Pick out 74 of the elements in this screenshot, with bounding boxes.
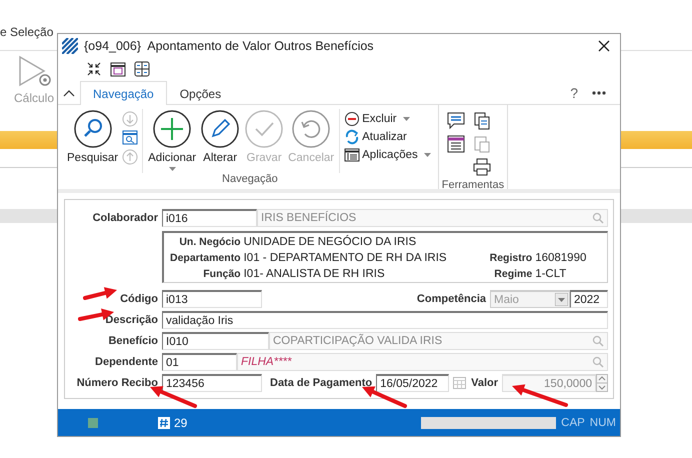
- annotation-arrow: [83, 287, 117, 300]
- field-label: Valor: [471, 377, 499, 389]
- field-label: Benefício: [108, 335, 159, 347]
- lookup-field[interactable]: FILHA****: [237, 353, 608, 371]
- field-label: Número Recibo: [76, 377, 159, 389]
- menu-button[interactable]: Atualizar: [344, 129, 431, 145]
- search-icon: [72, 109, 113, 149]
- list-icon[interactable]: [446, 134, 466, 154]
- menu-button[interactable]: Excluir: [344, 111, 431, 127]
- info-label: Função: [202, 268, 241, 280]
- status-indicator-icon: [88, 418, 98, 428]
- app-logo-icon: [62, 38, 78, 54]
- field-label: Data de Pagamento: [270, 377, 374, 389]
- input-field[interactable]: 123456: [162, 374, 262, 392]
- minus-circle-icon: [344, 111, 360, 127]
- ribbon-button[interactable]: Pesquisar: [65, 109, 120, 173]
- group-label: Navegação: [221, 173, 279, 187]
- close-icon: [598, 40, 610, 52]
- ribbon-tab[interactable]: e Seleção: [0, 25, 54, 39]
- field-label: Descrição: [105, 314, 159, 326]
- dropdown-arrow-icon: [555, 293, 568, 306]
- group-label: Ferramentas: [442, 179, 504, 191]
- grid-icon[interactable]: [134, 61, 150, 77]
- chevron-up-icon: [63, 89, 75, 97]
- copy-icon[interactable]: [472, 111, 492, 131]
- lookup-value: IRIS BENEFÍCIOS: [261, 212, 356, 224]
- info-label: Un. Negócio: [178, 236, 241, 248]
- app-window-icon: [344, 147, 360, 163]
- refresh-icon: [344, 129, 360, 145]
- info-value: I01- ANALISTA DE RH IRIS: [244, 268, 386, 280]
- field-label: Competência: [416, 293, 487, 305]
- code-field[interactable]: 01: [162, 353, 237, 371]
- code-field[interactable]: I010: [162, 332, 269, 350]
- help-button[interactable]: ?: [570, 85, 578, 101]
- code-field[interactable]: i013: [162, 290, 262, 308]
- field-label: Colaborador: [92, 212, 159, 224]
- info-label: Departamento: [170, 252, 241, 264]
- caret-icon: [402, 117, 410, 121]
- ribbon-button[interactable]: Alterar: [198, 109, 242, 173]
- spinner-icon[interactable]: [596, 374, 608, 392]
- info-label: Regime: [493, 268, 532, 280]
- lookup-value: FILHA****: [241, 356, 292, 368]
- window-title: {o94_006} Apontamento de Valor Outros Benefícios: [84, 39, 375, 53]
- checkmark-icon: [244, 109, 284, 149]
- plus-icon: [152, 109, 192, 149]
- keyboard-indicator: CAP: [561, 416, 585, 428]
- comment-icon[interactable]: [446, 111, 466, 131]
- info-value: I01 - DEPARTAMENTO DE RH DA IRIS: [244, 252, 447, 264]
- lookup-value: COPARTICIPAÇÃO VALIDA IRIS: [273, 335, 442, 347]
- window-search-icon[interactable]: [122, 130, 138, 146]
- ribbon-tab[interactable]: Navegação: [80, 81, 167, 105]
- printer-icon[interactable]: [472, 157, 492, 177]
- info-value: 16081990: [535, 252, 586, 264]
- annotation-arrow: [150, 386, 197, 408]
- collapse-icon[interactable]: [86, 61, 102, 77]
- ribbon-tab[interactable]: Opções: [166, 82, 234, 105]
- code-field[interactable]: i016: [162, 209, 257, 227]
- caret-icon: [424, 153, 431, 157]
- date-field[interactable]: 16/05/2022: [376, 374, 450, 392]
- field-label: Dependente: [95, 356, 159, 368]
- record-count: 29: [174, 416, 188, 430]
- description-field[interactable]: validação Iris: [162, 311, 608, 329]
- undo-icon: [291, 109, 332, 149]
- info-value: UNIDADE DE NEGÓCIO DA IRIS: [244, 236, 418, 248]
- keyboard-indicator: NUM: [590, 416, 616, 428]
- more-icon[interactable]: [592, 91, 606, 95]
- field-label: Código: [120, 293, 159, 305]
- menu-button[interactable]: Aplicações: [344, 147, 431, 163]
- hash-icon: [158, 416, 170, 428]
- info-value: 1-CLT: [535, 268, 568, 280]
- ribbon-button[interactable]: Adicionar: [146, 109, 198, 173]
- pencil-icon: [200, 109, 240, 149]
- info-label: Registro: [490, 252, 532, 264]
- year-field[interactable]: 2022: [570, 290, 608, 308]
